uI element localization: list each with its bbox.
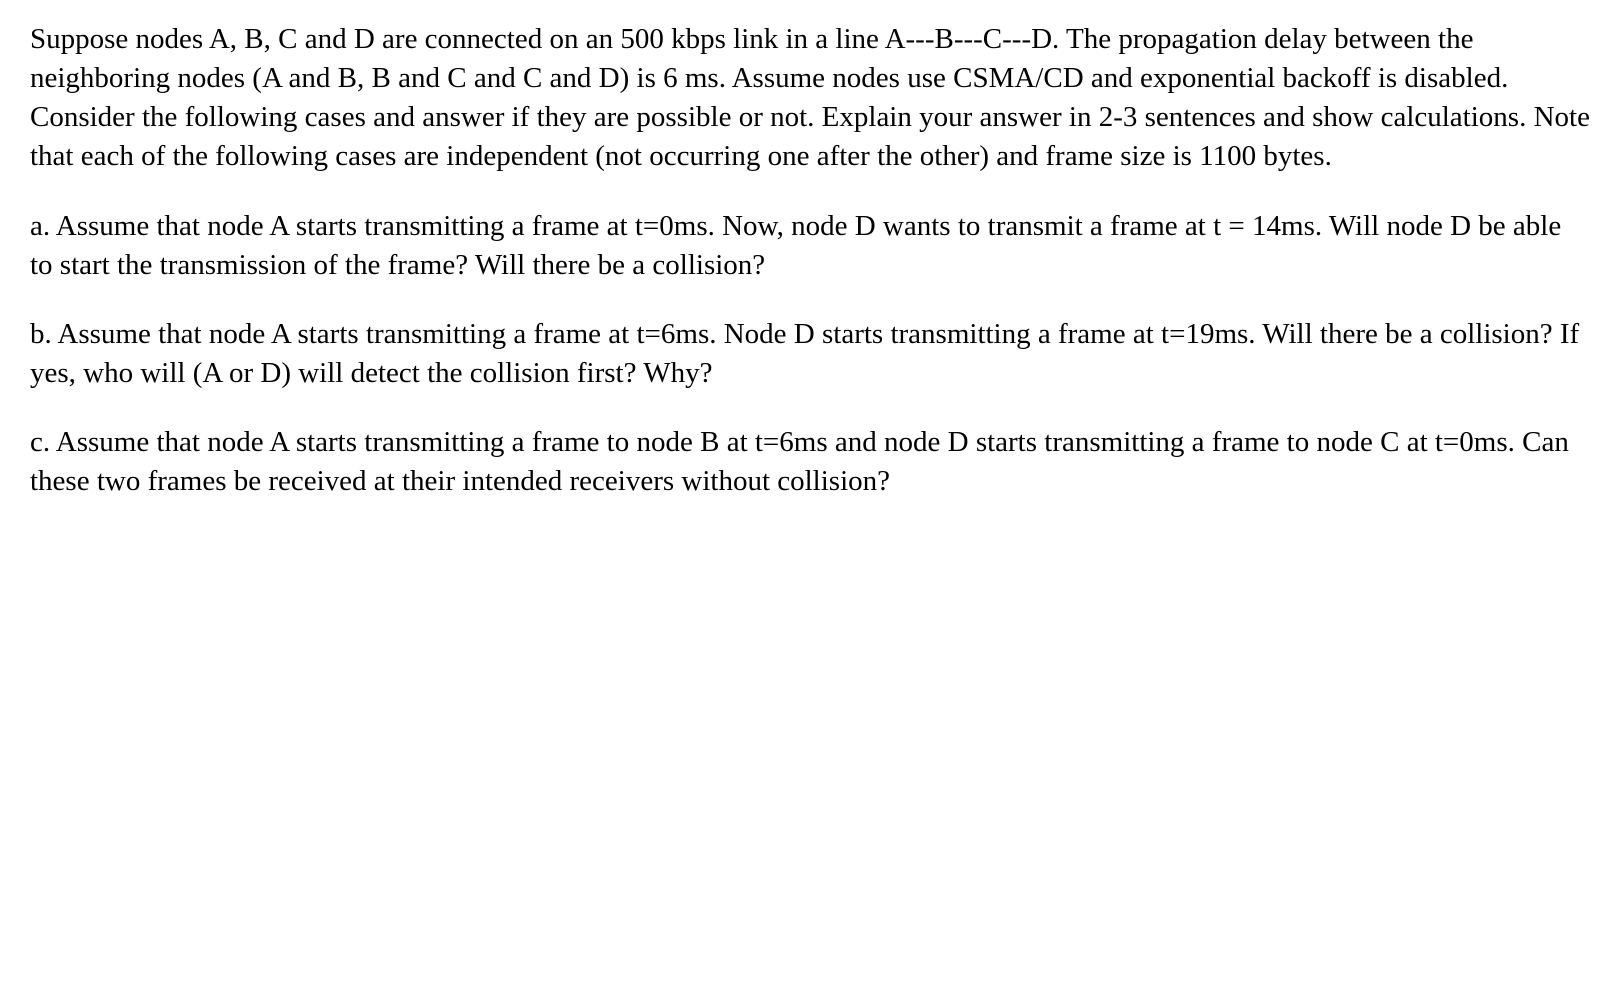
question-b: b. Assume that node A starts transmittin… [30,315,1590,393]
question-a: a. Assume that node A starts transmittin… [30,207,1590,285]
question-c: c. Assume that node A starts transmittin… [30,423,1590,501]
problem-intro: Suppose nodes A, B, C and D are connecte… [30,20,1590,177]
